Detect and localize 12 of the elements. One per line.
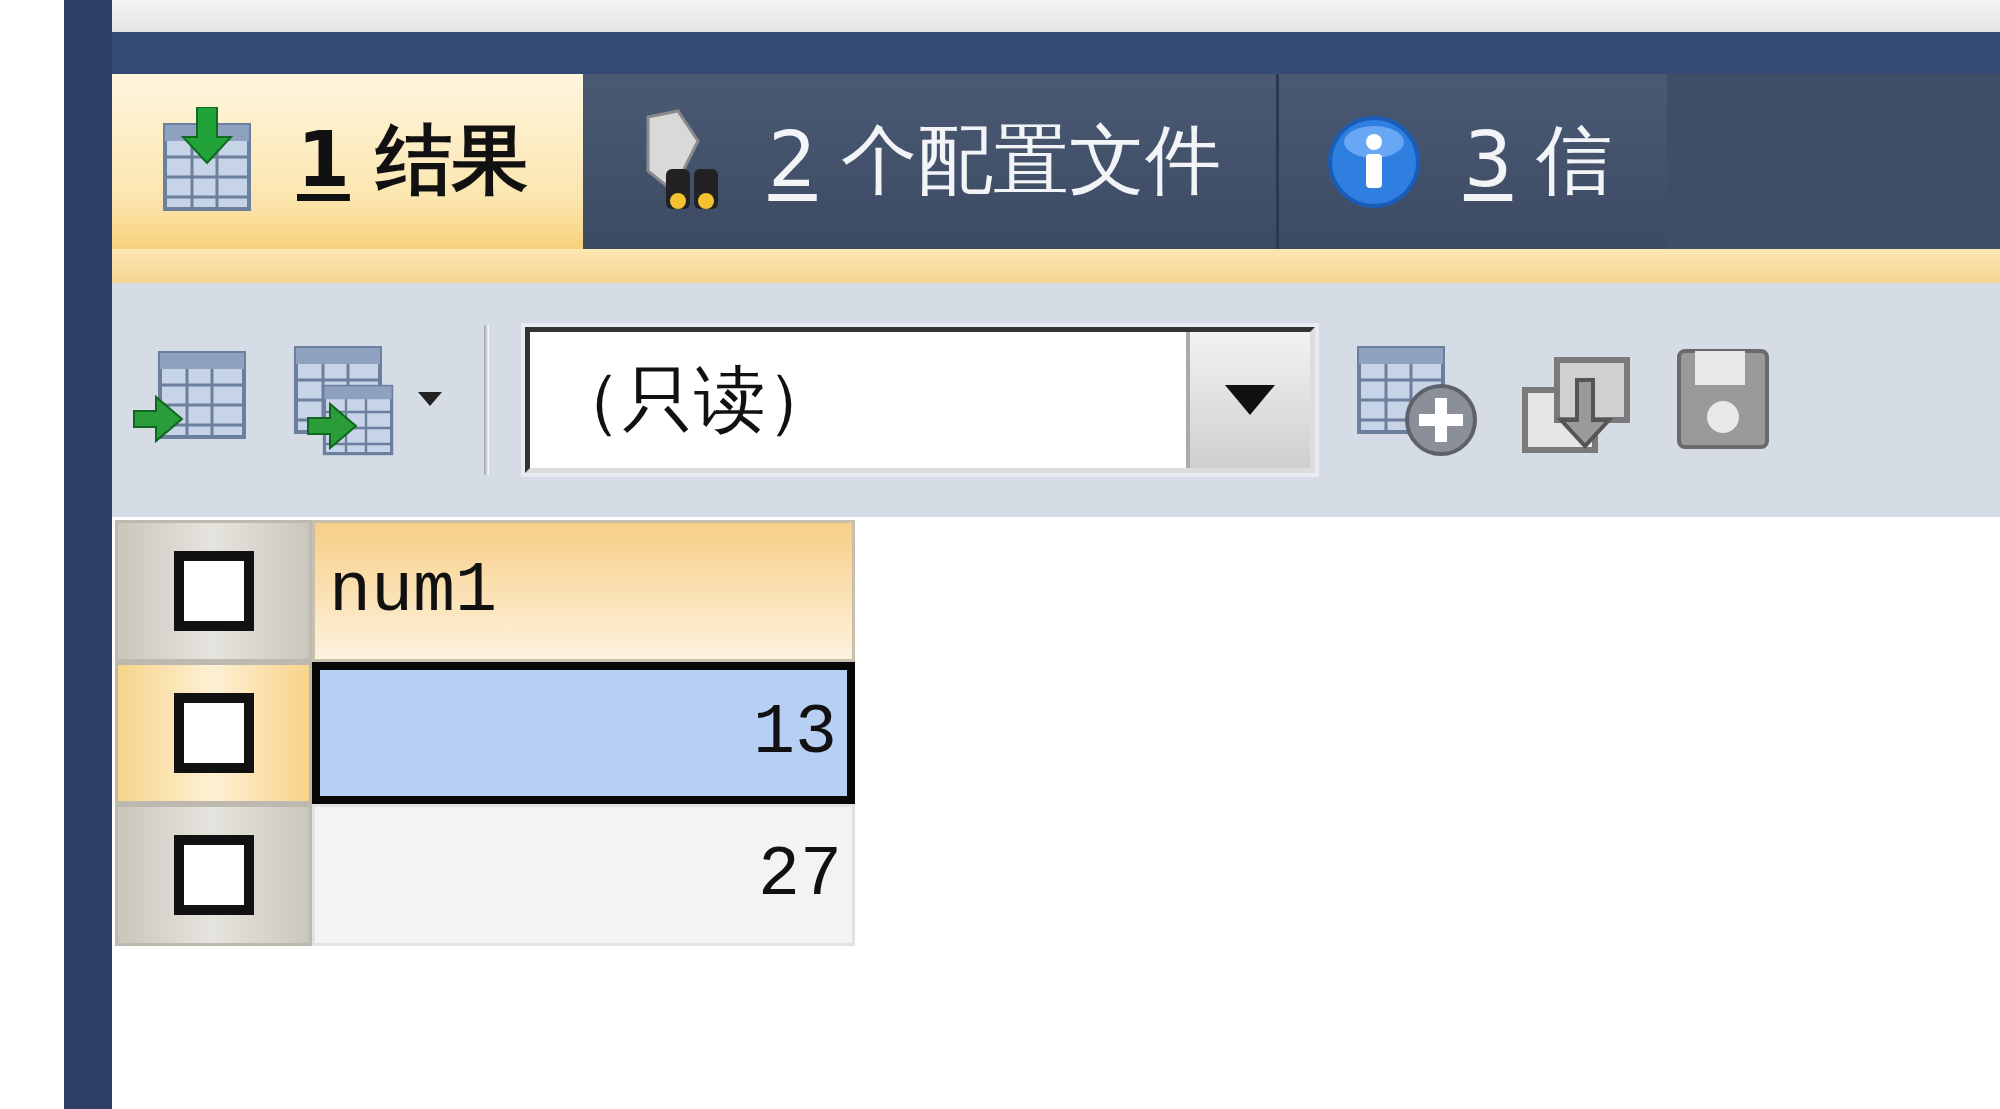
result-tab[interactable]: 1 结果 [112,74,584,249]
result-tab[interactable]: 3 信 [1275,74,1668,249]
checkbox[interactable] [173,693,254,773]
table-cell: 27 [312,804,855,946]
row-header[interactable] [115,662,312,804]
table-cell: 13 [312,662,855,804]
row-header[interactable] [115,804,312,946]
caret-icon [1225,385,1275,415]
column-header[interactable]: num1 [312,520,855,662]
checkbox[interactable] [173,835,254,915]
checkbox[interactable] [173,551,254,631]
result-tab[interactable]: 2 个配置文件 [583,74,1276,249]
